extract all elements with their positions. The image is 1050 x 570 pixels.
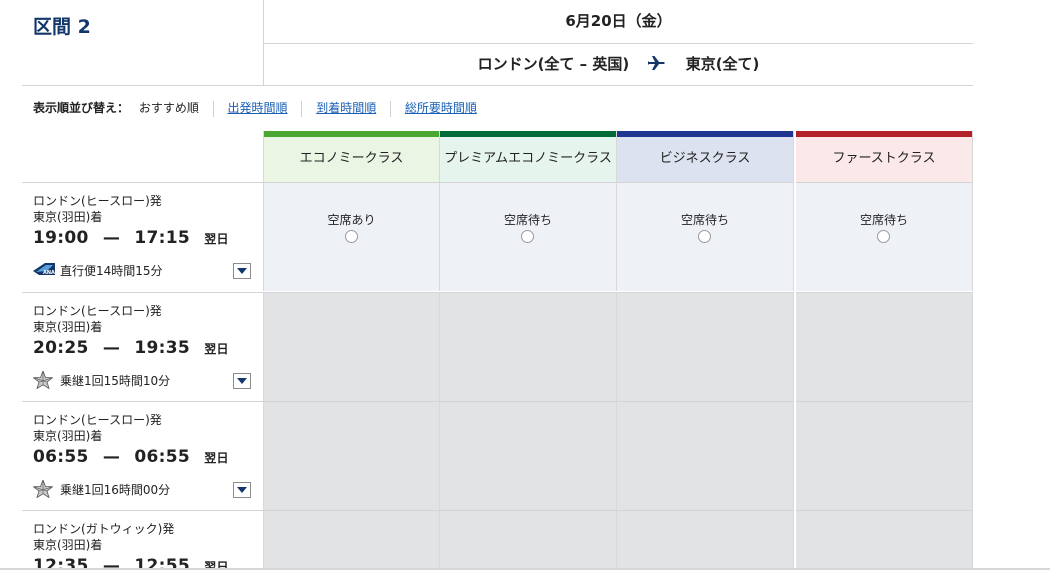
svg-text:ANA: ANA (43, 270, 55, 276)
flight-duration: 乗継1回16時間00分 (32, 478, 171, 499)
departure-time: 06:55 (33, 447, 89, 467)
sort-by-departure-link[interactable]: 出発時間順 (228, 101, 288, 115)
seat-cell-unavailable (263, 292, 440, 401)
expand-details-button[interactable] (233, 263, 251, 279)
departure-time: 20:25 (33, 338, 89, 358)
seat-cell-business: 空席待ち (617, 182, 794, 291)
chevron-down-icon (237, 268, 247, 274)
fare-select-radio[interactable] (877, 230, 890, 243)
seat-cell-unavailable (440, 292, 617, 401)
time-dash: — (102, 228, 121, 248)
flight-times: 06:55 — 06:55 翌日 (33, 447, 229, 467)
sort-label: 表示順並び替え： (33, 101, 130, 115)
arrival-time: 06:55 (134, 447, 190, 467)
seat-cell-unavailable (617, 510, 794, 570)
class-header-premium-economy: プレミアムエコノミークラス (440, 131, 617, 182)
class-header-economy: エコノミークラス (263, 131, 440, 182)
expand-details-button[interactable] (233, 482, 251, 498)
seat-cell-unavailable (440, 401, 617, 510)
flight-row: ロンドン(ヒースロー)発 東京(羽田)着 19:00 — 17:15 翌日 AN… (22, 182, 263, 291)
flight-row: ロンドン(ヒースロー)発 東京(羽田)着 20:25 — 19:35 翌日 乗継… (22, 292, 263, 401)
departure-airport: ロンドン(ヒースロー)発 (33, 304, 162, 318)
chevron-down-icon (237, 378, 247, 384)
arrival-time: 17:15 (134, 228, 190, 248)
seat-cell-premium-economy: 空席待ち (440, 182, 617, 291)
seat-cell-unavailable (796, 401, 973, 510)
arrival-airport: 東京(羽田)着 (33, 320, 103, 334)
origin-city: ロンドン(全て – 英国) (477, 55, 630, 73)
class-header-label: エコノミークラス (299, 151, 404, 166)
arrival-airport: 東京(羽田)着 (33, 429, 103, 443)
seat-status: 空席待ち (503, 213, 552, 227)
class-header-first: ファーストクラス (796, 131, 973, 182)
sort-by-arrival-link[interactable]: 到着時間順 (316, 101, 376, 115)
duration-label: 乗継1回15時間10分 (60, 373, 171, 388)
seat-status: 空席待ち (859, 213, 908, 227)
seat-cell-unavailable (263, 510, 440, 570)
fare-select-radio[interactable] (345, 230, 358, 243)
star-alliance-icon (32, 369, 55, 390)
class-header-label: プレミアムエコノミークラス (444, 151, 612, 166)
departure-airport: ロンドン(ガトウィック)発 (33, 522, 175, 536)
flight-times: 20:25 — 19:35 翌日 (33, 338, 229, 358)
sort-by-duration-link[interactable]: 総所要時間順 (405, 101, 477, 115)
seat-status: 空席あり (327, 213, 376, 227)
seat-cell-unavailable (617, 292, 794, 401)
seat-cell-unavailable (796, 292, 973, 401)
arrival-time: 19:35 (134, 338, 190, 358)
fare-select-radio[interactable] (698, 230, 711, 243)
flight-duration: ANA 直行便14時間15分 (33, 261, 163, 279)
flight-duration: 乗継1回15時間10分 (32, 369, 171, 390)
next-day-label: 翌日 (204, 451, 229, 465)
flight-date: 6月20日（金） (565, 12, 672, 30)
time-dash: — (102, 447, 121, 467)
flight-times: 19:00 — 17:15 翌日 (33, 228, 229, 248)
seat-cell-unavailable (263, 401, 440, 510)
class-header-label: ファーストクラス (832, 151, 936, 166)
arrival-airport: 東京(羽田)着 (33, 538, 103, 552)
departure-airport: ロンドン(ヒースロー)発 (33, 194, 162, 208)
duration-label: 直行便14時間15分 (60, 263, 163, 278)
departure-airport: ロンドン(ヒースロー)発 (33, 413, 162, 427)
next-day-label: 翌日 (204, 342, 229, 356)
airplane-icon (648, 55, 666, 75)
flight-row: ロンドン(ヒースロー)発 東京(羽田)着 06:55 — 06:55 翌日 乗継… (22, 401, 263, 510)
arrival-airport: 東京(羽田)着 (33, 210, 103, 224)
star-alliance-icon (32, 478, 55, 499)
expand-details-button[interactable] (233, 373, 251, 389)
time-dash: — (102, 338, 121, 358)
flight-row: ロンドン(ガトウィック)発 東京(羽田)着 12:35 — 12:55 翌日 (22, 510, 263, 570)
seat-cell-unavailable (440, 510, 617, 570)
sort-current: おすすめ順 (138, 101, 199, 115)
seat-cell-economy: 空席あり (263, 182, 440, 291)
fare-select-radio[interactable] (521, 230, 534, 243)
class-header-business: ビジネスクラス (617, 131, 794, 182)
departure-time: 19:00 (33, 228, 89, 248)
duration-label: 乗継1回16時間00分 (60, 482, 171, 497)
chevron-down-icon (237, 487, 247, 493)
seat-cell-unavailable (617, 401, 794, 510)
ana-logo-icon: ANA (33, 261, 55, 279)
seat-cell-first: 空席待ち (796, 182, 973, 291)
seat-cell-unavailable (796, 510, 973, 570)
section-title: 区間 2 (33, 16, 91, 38)
route-summary: ロンドン(全て – 英国) 東京(全て) (264, 53, 973, 75)
destination-city: 東京(全て) (685, 55, 760, 73)
sort-bar: 表示順並び替え： おすすめ順 出発時間順 到着時間順 総所要時間順 (33, 99, 477, 117)
next-day-label: 翌日 (204, 232, 229, 246)
seat-status: 空席待ち (680, 213, 729, 227)
class-header-label: ビジネスクラス (659, 151, 751, 166)
